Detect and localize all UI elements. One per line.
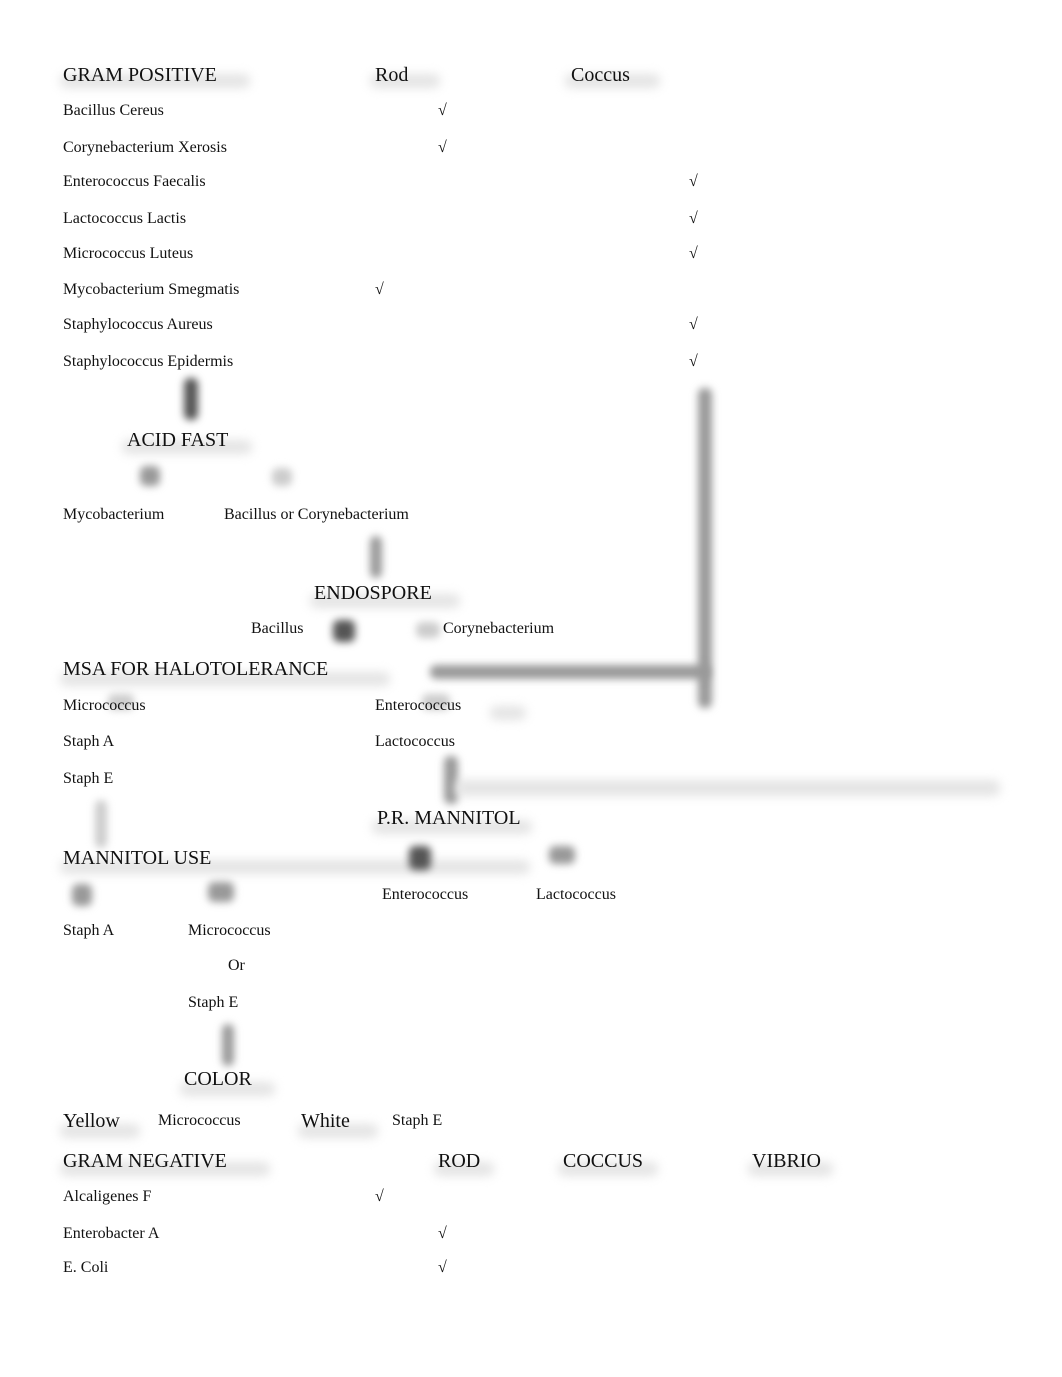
- mannitol-use-or: Or: [228, 957, 245, 974]
- msa-left-item: Micrococcus: [63, 697, 146, 714]
- msa-right-item: Enterococcus: [375, 697, 462, 714]
- pr-mannitol-title: P.R. MANNITOL: [377, 807, 521, 829]
- connector-arrow: [370, 536, 382, 578]
- msa-left-item: Staph A: [63, 733, 115, 750]
- endospore-title: ENDOSPORE: [314, 582, 432, 604]
- connector-dot: [208, 882, 234, 902]
- check-mark: √: [375, 1188, 384, 1205]
- check-mark: √: [689, 173, 698, 190]
- connector-dot: [490, 706, 526, 720]
- table-row-label: E. Coli: [63, 1259, 109, 1276]
- color-white-value: Staph E: [392, 1112, 443, 1129]
- check-mark: √: [689, 316, 698, 333]
- color-white-label: White: [301, 1110, 350, 1132]
- connector-dot: [409, 846, 431, 870]
- connector-arrow: [222, 1024, 234, 1066]
- column-header-coccus: COCCUS: [563, 1150, 644, 1172]
- gram-negative-title: GRAM NEGATIVE: [63, 1150, 227, 1172]
- gram-positive-title: GRAM POSITIVE: [63, 64, 217, 86]
- acid-fast-positive: Mycobacterium: [63, 506, 165, 523]
- connector-line-vertical: [698, 388, 712, 708]
- table-row-label: Staphylococcus Epidermis: [63, 353, 234, 370]
- connector-dot: [333, 620, 355, 642]
- column-header-rod: Rod: [375, 64, 409, 86]
- check-mark: √: [689, 245, 698, 262]
- table-row-label: Bacillus Cereus: [63, 102, 164, 119]
- table-row-label: Mycobacterium Smegmatis: [63, 281, 240, 298]
- table-row-label: Corynebacterium Xerosis: [63, 139, 227, 156]
- connector-dot: [416, 622, 440, 638]
- connector-dot: [72, 884, 92, 906]
- check-mark: √: [375, 281, 384, 298]
- connector-line-horizontal: [455, 780, 1000, 796]
- check-mark: √: [438, 1259, 447, 1276]
- connector-arrow: [444, 756, 458, 804]
- color-title: COLOR: [184, 1068, 252, 1090]
- connector-dot: [140, 466, 160, 486]
- msa-left-item: Staph E: [63, 770, 114, 787]
- color-yellow-value: Micrococcus: [158, 1112, 241, 1129]
- table-row-label: Lactococcus Lactis: [63, 210, 187, 227]
- endospore-positive: Bacillus: [251, 620, 304, 637]
- check-mark: √: [438, 139, 447, 156]
- check-mark: √: [438, 1225, 447, 1242]
- column-header-rod: ROD: [438, 1150, 481, 1172]
- mannitol-use-title: MANNITOL USE: [63, 847, 212, 869]
- acid-fast-negative: Bacillus or Corynebacterium: [224, 506, 409, 523]
- column-header-coccus: Coccus: [571, 64, 630, 86]
- table-row-label: Alcaligenes F: [63, 1188, 152, 1205]
- connector-arrow: [184, 378, 198, 420]
- connector-dot: [272, 468, 292, 486]
- connector-arrow: [95, 800, 107, 848]
- column-header-vibrio: VIBRIO: [752, 1150, 821, 1172]
- table-row-label: Enterobacter A: [63, 1225, 160, 1242]
- color-yellow-label: Yellow: [63, 1110, 120, 1132]
- check-mark: √: [689, 210, 698, 227]
- connector-line-horizontal: [430, 665, 710, 679]
- endospore-negative: Corynebacterium: [443, 620, 555, 637]
- mannitol-use-negative: Micrococcus: [188, 922, 271, 939]
- msa-title: MSA FOR HALOTOLERANCE: [63, 658, 329, 680]
- msa-right-item: Lactococcus: [375, 733, 455, 750]
- check-mark: √: [689, 353, 698, 370]
- pr-mannitol-positive: Enterococcus: [382, 886, 469, 903]
- pr-mannitol-negative: Lactococcus: [536, 886, 616, 903]
- mannitol-use-negative: Staph E: [188, 994, 239, 1011]
- mannitol-use-positive: Staph A: [63, 922, 115, 939]
- acid-fast-title: ACID FAST: [127, 429, 229, 451]
- connector-dot: [549, 846, 575, 864]
- check-mark: √: [438, 102, 447, 119]
- table-row-label: Staphylococcus Aureus: [63, 316, 213, 333]
- table-row-label: Micrococcus Luteus: [63, 245, 194, 262]
- table-row-label: Enterococcus Faecalis: [63, 173, 206, 190]
